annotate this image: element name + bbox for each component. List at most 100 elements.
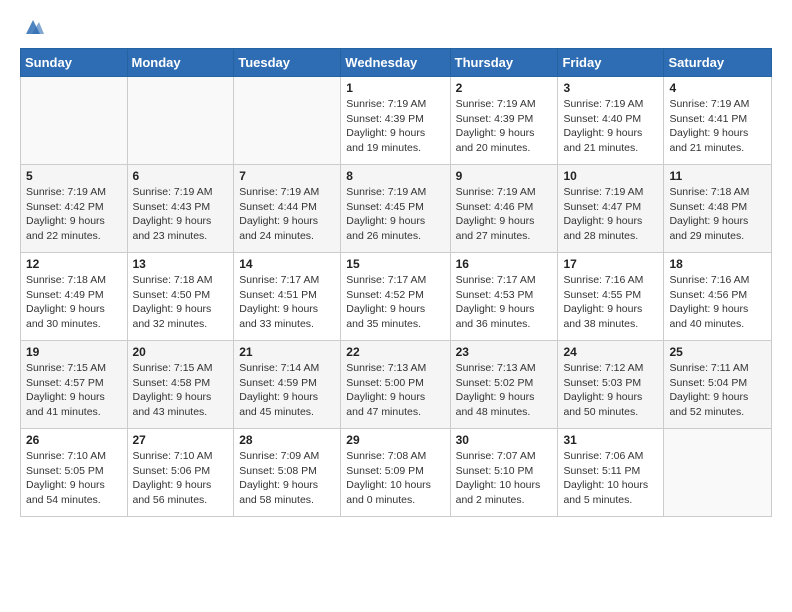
day-info: Sunrise: 7:07 AM Sunset: 5:10 PM Dayligh… [456,449,553,508]
day-info: Sunrise: 7:17 AM Sunset: 4:51 PM Dayligh… [239,273,335,332]
day-info: Sunrise: 7:19 AM Sunset: 4:40 PM Dayligh… [563,97,658,156]
day-info: Sunrise: 7:19 AM Sunset: 4:45 PM Dayligh… [346,185,444,244]
calendar-cell: 4 Sunrise: 7:19 AM Sunset: 4:41 PM Daylig… [664,77,772,165]
day-number: 5 [26,169,122,183]
calendar-cell: 13 Sunrise: 7:18 AM Sunset: 4:50 PM Dayli… [127,253,234,341]
day-info: Sunrise: 7:19 AM Sunset: 4:39 PM Dayligh… [456,97,553,156]
calendar-cell: 7 Sunrise: 7:19 AM Sunset: 4:44 PM Daylig… [234,165,341,253]
calendar-cell: 5 Sunrise: 7:19 AM Sunset: 4:42 PM Daylig… [21,165,128,253]
calendar-cell: 18Sunrise: 7:16 AM Sunset: 4:56 PM Dayli… [664,253,772,341]
weekday-header-wednesday: Wednesday [341,49,450,77]
calendar-cell [234,77,341,165]
day-number: 21 [239,345,335,359]
day-info: Sunrise: 7:14 AM Sunset: 4:59 PM Dayligh… [239,361,335,420]
calendar-cell [127,77,234,165]
day-info: Sunrise: 7:19 AM Sunset: 4:39 PM Dayligh… [346,97,444,156]
calendar-cell: 23 Sunrise: 7:13 AM Sunset: 5:02 PM Dayli… [450,341,558,429]
day-info: Sunrise: 7:15 AM Sunset: 4:58 PM Dayligh… [133,361,229,420]
weekday-header-tuesday: Tuesday [234,49,341,77]
day-number: 23 [456,345,553,359]
day-number: 14 [239,257,335,271]
day-number: 28 [239,433,335,447]
calendar-cell: 24 Sunrise: 7:12 AM Sunset: 5:03 PM Dayli… [558,341,664,429]
weekday-header-monday: Monday [127,49,234,77]
calendar-cell: 20 Sunrise: 7:15 AM Sunset: 4:58 PM Dayli… [127,341,234,429]
day-number: 13 [133,257,229,271]
day-info: Sunrise: 7:12 AM Sunset: 5:03 PM Dayligh… [563,361,658,420]
calendar-week-row: 5 Sunrise: 7:19 AM Sunset: 4:42 PM Daylig… [21,165,772,253]
day-number: 24 [563,345,658,359]
header [20,16,772,38]
day-number: 16 [456,257,553,271]
day-number: 3 [563,81,658,95]
weekday-header-thursday: Thursday [450,49,558,77]
calendar-cell: 19Sunrise: 7:15 AM Sunset: 4:57 PM Dayli… [21,341,128,429]
weekday-header-sunday: Sunday [21,49,128,77]
logo-icon [22,16,44,38]
calendar-cell: 8 Sunrise: 7:19 AM Sunset: 4:45 PM Daylig… [341,165,450,253]
calendar-cell: 11Sunrise: 7:18 AM Sunset: 4:48 PM Dayli… [664,165,772,253]
weekday-header-row: SundayMondayTuesdayWednesdayThursdayFrid… [21,49,772,77]
calendar-cell: 22Sunrise: 7:13 AM Sunset: 5:00 PM Dayli… [341,341,450,429]
calendar-cell: 14 Sunrise: 7:17 AM Sunset: 4:51 PM Dayli… [234,253,341,341]
day-info: Sunrise: 7:06 AM Sunset: 5:11 PM Dayligh… [563,449,658,508]
calendar-cell: 17 Sunrise: 7:16 AM Sunset: 4:55 PM Dayli… [558,253,664,341]
calendar-cell: 21 Sunrise: 7:14 AM Sunset: 4:59 PM Dayli… [234,341,341,429]
day-info: Sunrise: 7:19 AM Sunset: 4:46 PM Dayligh… [456,185,553,244]
day-number: 10 [563,169,658,183]
day-number: 30 [456,433,553,447]
day-info: Sunrise: 7:17 AM Sunset: 4:52 PM Dayligh… [346,273,444,332]
day-info: Sunrise: 7:19 AM Sunset: 4:42 PM Dayligh… [26,185,122,244]
day-info: Sunrise: 7:18 AM Sunset: 4:50 PM Dayligh… [133,273,229,332]
day-info: Sunrise: 7:09 AM Sunset: 5:08 PM Dayligh… [239,449,335,508]
calendar-cell: 12 Sunrise: 7:18 AM Sunset: 4:49 PM Dayli… [21,253,128,341]
day-number: 8 [346,169,444,183]
day-number: 26 [26,433,122,447]
day-info: Sunrise: 7:15 AM Sunset: 4:57 PM Dayligh… [26,361,122,420]
day-info: Sunrise: 7:18 AM Sunset: 4:48 PM Dayligh… [669,185,766,244]
day-info: Sunrise: 7:13 AM Sunset: 5:00 PM Dayligh… [346,361,444,420]
calendar-week-row: 26 Sunrise: 7:10 AM Sunset: 5:05 PM Dayli… [21,429,772,517]
day-number: 9 [456,169,553,183]
day-info: Sunrise: 7:10 AM Sunset: 5:06 PM Dayligh… [133,449,229,508]
day-number: 20 [133,345,229,359]
calendar-week-row: 19Sunrise: 7:15 AM Sunset: 4:57 PM Dayli… [21,341,772,429]
day-number: 6 [133,169,229,183]
calendar-cell: 10Sunrise: 7:19 AM Sunset: 4:47 PM Dayli… [558,165,664,253]
day-info: Sunrise: 7:19 AM Sunset: 4:44 PM Dayligh… [239,185,335,244]
day-info: Sunrise: 7:19 AM Sunset: 4:41 PM Dayligh… [669,97,766,156]
day-number: 12 [26,257,122,271]
day-number: 18 [669,257,766,271]
calendar-cell: 25 Sunrise: 7:11 AM Sunset: 5:04 PM Dayli… [664,341,772,429]
day-number: 1 [346,81,444,95]
calendar-cell: 26 Sunrise: 7:10 AM Sunset: 5:05 PM Dayli… [21,429,128,517]
calendar-cell: 29Sunrise: 7:08 AM Sunset: 5:09 PM Dayli… [341,429,450,517]
calendar-cell: 1 Sunrise: 7:19 AM Sunset: 4:39 PM Daylig… [341,77,450,165]
calendar-cell: 30 Sunrise: 7:07 AM Sunset: 5:10 PM Dayli… [450,429,558,517]
calendar-cell: 2 Sunrise: 7:19 AM Sunset: 4:39 PM Daylig… [450,77,558,165]
calendar-week-row: 1 Sunrise: 7:19 AM Sunset: 4:39 PM Daylig… [21,77,772,165]
weekday-header-saturday: Saturday [664,49,772,77]
calendar-cell: 3 Sunrise: 7:19 AM Sunset: 4:40 PM Daylig… [558,77,664,165]
day-info: Sunrise: 7:08 AM Sunset: 5:09 PM Dayligh… [346,449,444,508]
day-number: 27 [133,433,229,447]
day-number: 15 [346,257,444,271]
day-info: Sunrise: 7:16 AM Sunset: 4:55 PM Dayligh… [563,273,658,332]
day-number: 17 [563,257,658,271]
day-number: 2 [456,81,553,95]
day-info: Sunrise: 7:11 AM Sunset: 5:04 PM Dayligh… [669,361,766,420]
day-info: Sunrise: 7:13 AM Sunset: 5:02 PM Dayligh… [456,361,553,420]
calendar-cell [664,429,772,517]
calendar-cell: 9 Sunrise: 7:19 AM Sunset: 4:46 PM Daylig… [450,165,558,253]
calendar-cell: 15 Sunrise: 7:17 AM Sunset: 4:52 PM Dayli… [341,253,450,341]
calendar-week-row: 12 Sunrise: 7:18 AM Sunset: 4:49 PM Dayli… [21,253,772,341]
day-number: 25 [669,345,766,359]
calendar-cell [21,77,128,165]
day-number: 7 [239,169,335,183]
day-info: Sunrise: 7:18 AM Sunset: 4:49 PM Dayligh… [26,273,122,332]
day-info: Sunrise: 7:10 AM Sunset: 5:05 PM Dayligh… [26,449,122,508]
day-number: 4 [669,81,766,95]
calendar-table: SundayMondayTuesdayWednesdayThursdayFrid… [20,48,772,517]
calendar-cell: 28 Sunrise: 7:09 AM Sunset: 5:08 PM Dayli… [234,429,341,517]
calendar-cell: 16Sunrise: 7:17 AM Sunset: 4:53 PM Dayli… [450,253,558,341]
